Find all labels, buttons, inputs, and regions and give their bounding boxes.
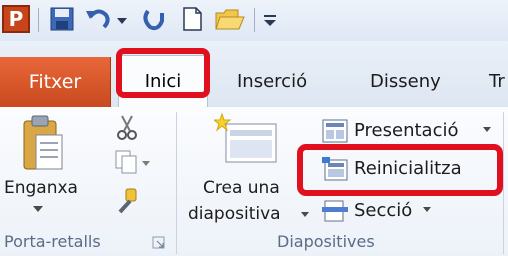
group-divider <box>176 112 177 254</box>
reset-button-highlight <box>297 144 503 196</box>
format-painter-icon[interactable] <box>112 186 142 216</box>
section-label: Secció <box>354 200 413 221</box>
tab-partial[interactable]: Tr <box>489 57 505 107</box>
copy-icon[interactable] <box>114 148 154 176</box>
group-divider <box>503 112 504 254</box>
redo-icon[interactable] <box>140 5 168 33</box>
tab-file[interactable]: Fitxer <box>0 57 111 107</box>
layout-button[interactable]: Presentació <box>322 117 492 147</box>
toolbar-divider <box>254 8 255 32</box>
customize-qat-icon[interactable] <box>260 5 280 33</box>
tab-insert[interactable]: Inserció <box>237 57 307 107</box>
toolbar-divider <box>38 8 39 32</box>
paste-dropdown-icon[interactable] <box>30 203 46 215</box>
slides-group-label: Diapositives <box>277 232 375 251</box>
new-slide-label-line1[interactable]: Crea una <box>203 178 280 198</box>
new-document-icon[interactable] <box>178 5 206 33</box>
clipboard-group-label: Porta-retalls <box>4 232 101 251</box>
layout-label: Presentació <box>354 120 459 141</box>
layout-dropdown-icon[interactable] <box>482 125 492 135</box>
home-tab-highlight <box>116 48 210 98</box>
new-slide-label-line2[interactable]: diapositiva <box>188 204 281 224</box>
paste-button[interactable]: Enganxa <box>4 178 78 198</box>
undo-icon[interactable] <box>84 5 112 33</box>
new-slide-dropdown-icon[interactable] <box>299 209 311 221</box>
paste-icon[interactable] <box>20 113 66 175</box>
powerpoint-app-icon[interactable]: P <box>2 5 30 33</box>
section-button[interactable]: Secció <box>322 197 462 227</box>
quick-access-toolbar: P <box>0 0 508 41</box>
section-dropdown-icon[interactable] <box>422 205 432 215</box>
dialog-launcher-icon[interactable] <box>152 236 166 250</box>
layout-icon <box>322 119 348 143</box>
section-icon <box>322 200 348 222</box>
save-icon[interactable] <box>48 5 76 33</box>
tab-design[interactable]: Disseny <box>370 57 441 107</box>
new-slide-icon[interactable] <box>214 112 278 168</box>
open-folder-icon[interactable] <box>214 5 246 33</box>
cut-icon[interactable] <box>114 113 140 141</box>
undo-dropdown-icon[interactable] <box>114 5 130 33</box>
ribbon-tab-bar: Fitxer Inici Inserció Disseny Tr <box>0 41 508 108</box>
